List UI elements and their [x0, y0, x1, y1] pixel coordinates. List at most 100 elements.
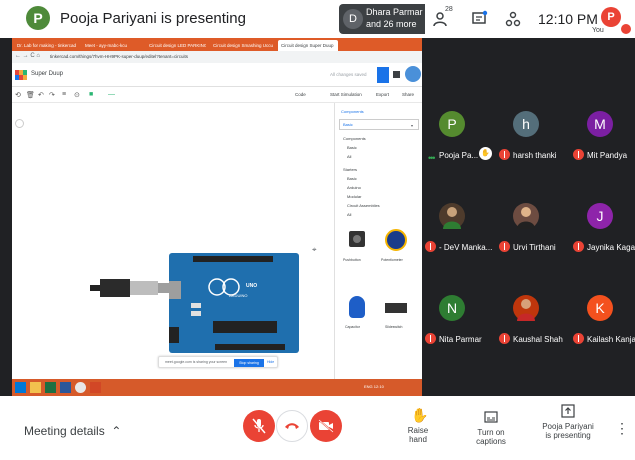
panel-header: Components	[341, 109, 364, 114]
panel-item[interactable]: Components	[343, 136, 366, 141]
panel-item[interactable]: Starters	[343, 167, 357, 172]
participant-name: Urvi Tirthani	[513, 243, 556, 252]
circuit-view-button[interactable]	[377, 67, 389, 83]
wire-type-icon[interactable]: —	[108, 91, 115, 98]
participant-name: Kailash Kanja...	[587, 335, 635, 344]
circuit-canvas[interactable]: ARDUINO UNO ⌖	[12, 103, 334, 379]
shared-screen: Dr. Lab for making - tinkercad Meet - ay…	[12, 38, 422, 396]
project-name[interactable]: Super Duup	[31, 71, 63, 77]
export-button[interactable]: Export	[376, 92, 389, 97]
delete-icon[interactable]: 🗑	[26, 91, 35, 99]
clock: 12:10 PM	[538, 11, 598, 27]
stop-sharing-button[interactable]: Stop sharing	[234, 359, 264, 367]
participant-photo	[439, 203, 465, 229]
code-button[interactable]: Code	[295, 92, 306, 97]
bottom-control-bar: Meeting details ⌃ ✋ Raise hand Turn on c…	[0, 396, 635, 460]
meeting-details-button[interactable]: Meeting details ⌃	[24, 424, 121, 438]
start-simulation-button[interactable]: Start Simulation	[330, 92, 362, 97]
hide-button[interactable]: Hide	[267, 360, 274, 364]
participant-tile[interactable]: Kaushal Shah	[491, 281, 563, 361]
participant-tile[interactable]: P ••• Pooja Pa... ✋	[417, 97, 492, 177]
flip-icon[interactable]: ⊙	[74, 91, 80, 99]
participant-tile[interactable]: N Nita Parmar	[417, 281, 487, 361]
panel-item[interactable]: All	[347, 154, 351, 159]
meeting-details-label: Meeting details	[24, 424, 105, 438]
browser-tab-active[interactable]: Circuit design Super Duup	[278, 40, 338, 51]
panel-item[interactable]: All	[347, 212, 351, 217]
raise-hand-button[interactable]: ✋ Raise hand	[398, 408, 438, 444]
capacitor-component[interactable]	[349, 296, 365, 318]
potentiometer-component[interactable]	[385, 229, 407, 251]
file-explorer-icon[interactable]	[30, 382, 41, 393]
participant-avatar: P	[439, 111, 465, 137]
usb-cable[interactable]	[90, 273, 175, 303]
notes-icon[interactable]: ≡	[62, 91, 66, 98]
board-model: UNO	[246, 283, 258, 289]
component-label: Pushbutton	[343, 258, 361, 262]
join-notification[interactable]: D Dhara Parmar and 26 more	[339, 4, 425, 34]
more-options-icon[interactable]: ⋮	[615, 420, 629, 437]
participant-tile[interactable]: h harsh thanki	[491, 97, 561, 177]
camera-toggle-button[interactable]	[310, 410, 342, 442]
chrome-icon[interactable]	[75, 382, 86, 393]
panel-item[interactable]: Arduino	[347, 185, 361, 190]
panel-item[interactable]: Circuit Assemblies	[347, 203, 380, 208]
panel-item[interactable]: Modular	[347, 194, 361, 199]
tinkercad-user-avatar[interactable]	[405, 66, 421, 82]
person-photo-icon	[517, 207, 535, 229]
screen-share-bar: meet.google.com is sharing your screen S…	[158, 356, 278, 368]
chevron-up-icon: ⌃	[108, 424, 122, 438]
component-category-value: Basic	[343, 122, 353, 127]
powerpoint-icon[interactable]	[90, 382, 101, 393]
mic-off-icon	[252, 418, 266, 434]
panel-item[interactable]: Basic	[347, 176, 357, 181]
participant-avatar: M	[587, 111, 613, 137]
participant-name: Kaushal Shah	[513, 335, 563, 344]
color-icon[interactable]: ■	[89, 91, 93, 98]
participant-avatar: h	[513, 111, 539, 137]
fit-view-icon[interactable]	[15, 119, 24, 128]
participant-tile[interactable]: K Kailash Kanja...	[565, 281, 635, 361]
browser-tab[interactable]: Circuit design Smashing Uccu	[210, 40, 274, 51]
browser-nav-icons[interactable]: ← → C ⌂	[15, 53, 40, 59]
browser-tab[interactable]: Meet - ayy-mabc-kcu	[82, 40, 142, 51]
captions-button[interactable]: Turn on captions	[462, 410, 520, 446]
browser-tab[interactable]: Circuit design LED PARKING	[146, 40, 206, 51]
list-view-icon[interactable]	[393, 71, 400, 78]
word-icon[interactable]	[60, 382, 71, 393]
participant-avatar: K	[587, 295, 613, 321]
slideswitch-component[interactable]	[385, 303, 407, 313]
participant-tile[interactable]: Urvi Tirthani	[491, 189, 561, 269]
browser-tab[interactable]: Dr. Lab for making - tinkercad	[14, 40, 78, 51]
leave-call-button[interactable]	[276, 410, 308, 442]
participant-tile[interactable]: M Mit Pandya	[565, 97, 635, 177]
arduino-uno-board[interactable]	[169, 253, 299, 353]
notification-avatar: D	[343, 9, 363, 29]
component-label: Capacitor	[345, 325, 360, 329]
panel-item[interactable]: Basic	[347, 145, 357, 150]
undo-icon[interactable]: ↶	[38, 91, 44, 99]
excel-icon[interactable]	[45, 382, 56, 393]
presenting-status-line-1: Pooja Pariyani	[542, 422, 594, 431]
redo-icon[interactable]: ↷	[49, 91, 55, 99]
participant-name: Jaynika Kaga...	[587, 243, 635, 252]
pushbutton-component[interactable]	[349, 231, 365, 253]
hang-up-icon	[285, 423, 299, 429]
participant-name: Mit Pandya	[587, 151, 628, 160]
mic-toggle-button[interactable]	[243, 410, 275, 442]
address-bar[interactable]: ← → C ⌂ tinkercad.com/things/7hvm-HH9PK-…	[12, 51, 422, 63]
participant-tile[interactable]: - DeV Manka...	[417, 189, 492, 269]
tinkercad-logo	[15, 70, 27, 80]
activities-icon[interactable]	[504, 10, 522, 28]
rotate-icon[interactable]: ⟲	[15, 91, 21, 99]
url-text: tinkercad.com/things/7hvm-HH9PK-super-du…	[50, 54, 188, 59]
mic-off-icon	[573, 241, 584, 252]
tinkercad-header: Super Duup All changes saved	[12, 63, 422, 87]
participant-tile[interactable]: J Jaynika Kaga...	[565, 189, 635, 269]
windows-start-icon[interactable]	[15, 382, 26, 393]
chat-icon[interactable]	[470, 10, 488, 28]
present-screen-icon	[561, 404, 575, 418]
presenting-status-button[interactable]: Pooja Pariyani is presenting	[540, 404, 596, 440]
raise-hand-label: Raise hand	[407, 426, 429, 444]
board-brand: ARDUINO	[229, 293, 248, 298]
